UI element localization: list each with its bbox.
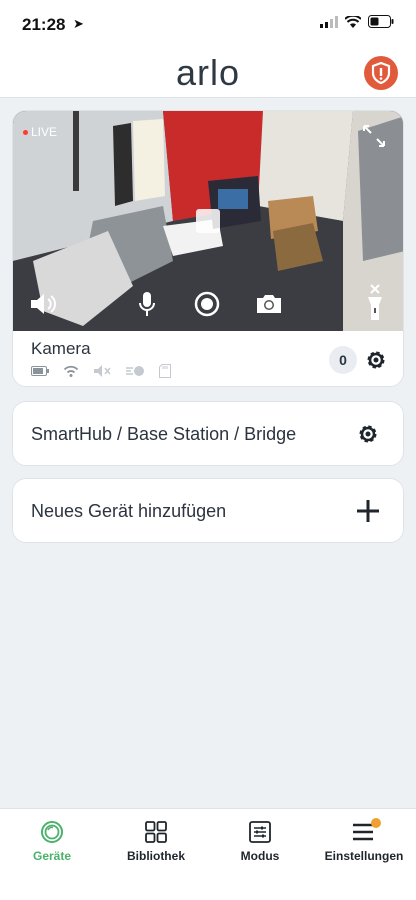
camera-card[interactable]: LIVE Kamera 0	[12, 110, 404, 387]
wifi-icon	[345, 15, 361, 28]
status-time: 21:28	[22, 15, 66, 34]
gear-icon[interactable]	[355, 421, 381, 447]
smarthub-row[interactable]: SmartHub / Base Station / Bridge	[12, 401, 404, 466]
record-icon[interactable]	[189, 289, 225, 319]
speaker-icon[interactable]	[25, 289, 61, 319]
shield-alert-icon[interactable]	[364, 56, 398, 90]
arlo-logo: arlo	[175, 52, 241, 93]
event-count-badge[interactable]: 0	[329, 346, 357, 374]
tab-devices-label: Geräte	[32, 849, 72, 863]
live-indicator: LIVE	[23, 125, 57, 139]
spotlight-icon[interactable]	[357, 283, 393, 323]
camera-wifi-icon	[63, 365, 79, 377]
tab-settings[interactable]: Einstellungen	[312, 809, 416, 900]
library-icon	[145, 821, 167, 843]
live-label: LIVE	[31, 125, 58, 139]
battery-icon	[368, 15, 394, 28]
tab-mode-label: Modus	[240, 849, 280, 863]
smarthub-label: SmartHub / Base Station / Bridge	[31, 424, 297, 444]
tab-mode[interactable]: Modus	[208, 809, 312, 900]
app-header: arlo	[0, 50, 416, 98]
camera-feed[interactable]: LIVE	[13, 111, 403, 331]
mode-icon	[249, 821, 271, 843]
stop-icon[interactable]	[196, 209, 220, 233]
fullscreen-icon[interactable]	[361, 123, 387, 149]
camera-name: Kamera	[31, 339, 91, 358]
location-icon: ➤	[73, 16, 84, 31]
cellular-signal-icon	[320, 15, 338, 28]
microphone-icon[interactable]	[129, 289, 165, 319]
devices-icon	[41, 821, 63, 843]
camera-muted-speaker-icon	[94, 365, 111, 377]
tab-library-label: Bibliothek	[126, 849, 185, 863]
add-device-label: Neues Gerät hinzufügen	[31, 501, 227, 521]
status-bar: 21:28 ➤	[0, 0, 416, 50]
camera-battery-icon	[31, 366, 49, 376]
camera-status-icons	[31, 364, 171, 378]
plus-icon[interactable]	[355, 498, 381, 524]
camera-storage-icon	[159, 364, 171, 378]
tab-bar: Geräte Bibliothek Modus Einstellungen	[0, 808, 416, 900]
status-icons	[320, 15, 394, 28]
notification-badge	[371, 818, 381, 828]
camera-motion-icon	[126, 366, 144, 376]
tab-devices[interactable]: Geräte	[0, 809, 104, 900]
tab-library[interactable]: Bibliothek	[104, 809, 208, 900]
add-device-row[interactable]: Neues Gerät hinzufügen	[12, 478, 404, 543]
camera-settings-gear-icon[interactable]	[363, 347, 389, 373]
tab-settings-label: Einstellungen	[324, 849, 404, 863]
snapshot-icon[interactable]	[251, 289, 287, 319]
live-dot	[23, 129, 28, 135]
